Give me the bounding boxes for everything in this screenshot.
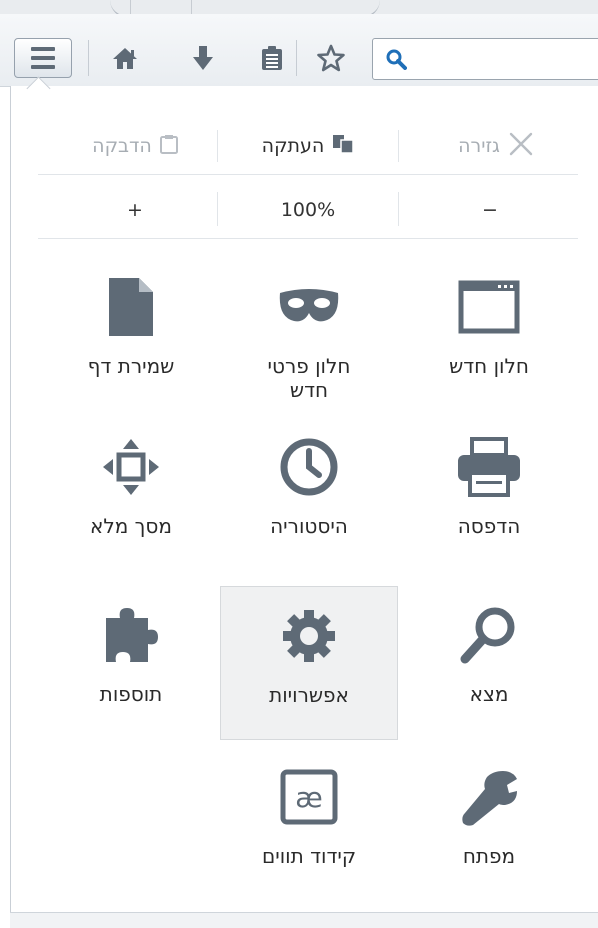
fullscreen-label: מסך מלא xyxy=(90,514,172,538)
new-window-label: חלון חדש xyxy=(449,354,529,378)
print-label: הדפסה xyxy=(457,514,521,538)
bookmark-star-icon[interactable] xyxy=(316,43,346,73)
menu-bar-1 xyxy=(31,47,55,51)
private-window-button[interactable]: חלון פרטי חדש xyxy=(220,262,398,414)
zoom-row-separator xyxy=(38,238,578,239)
new-window-button[interactable]: חלון חדש xyxy=(400,262,578,414)
save-page-button[interactable]: שמירת דף xyxy=(42,262,220,414)
developer-button[interactable]: מפתח xyxy=(400,752,578,904)
addons-button[interactable]: תוספות xyxy=(42,590,220,742)
clipboard-icon xyxy=(159,134,178,159)
clock-icon xyxy=(274,432,344,502)
options-button[interactable]: אפשרויות xyxy=(220,586,398,740)
paste-button[interactable]: הדבקה xyxy=(54,128,216,164)
addons-label: תוספות xyxy=(99,682,163,706)
reading-list-icon[interactable] xyxy=(257,43,287,73)
encoding-button[interactable]: æ קידוד תווים xyxy=(220,752,398,904)
cut-label: גזירה xyxy=(458,135,500,157)
find-button[interactable]: מצא xyxy=(400,590,578,742)
menu-button[interactable] xyxy=(14,38,72,78)
scissors-icon xyxy=(508,131,534,162)
search-input[interactable] xyxy=(372,38,598,80)
mask-icon xyxy=(274,272,344,342)
zoom-out-button[interactable]: − xyxy=(400,194,580,226)
menu-bar-2 xyxy=(31,56,55,60)
zoom-divider xyxy=(217,192,218,226)
panel-footer xyxy=(10,912,598,928)
print-button[interactable]: הדפסה xyxy=(400,422,578,574)
history-label: היסטוריה xyxy=(270,514,348,538)
download-icon[interactable] xyxy=(188,43,218,73)
edit-divider xyxy=(398,130,399,162)
search-icon xyxy=(385,48,407,74)
zoom-divider xyxy=(398,192,399,226)
window-icon xyxy=(454,272,524,342)
developer-label: מפתח xyxy=(462,844,516,868)
home-icon[interactable] xyxy=(110,43,140,73)
cut-button[interactable]: גזירה xyxy=(410,128,582,164)
copy-button[interactable]: העתקה xyxy=(220,128,396,164)
tab-divider xyxy=(130,0,192,14)
find-label: מצא xyxy=(469,682,509,706)
encoding-label: קידוד תווים xyxy=(261,844,357,868)
copy-label: העתקה xyxy=(261,135,325,157)
edit-row-separator xyxy=(38,174,578,175)
options-label: אפשרויות xyxy=(269,683,349,707)
menu-bar-3 xyxy=(31,65,55,69)
save-page-label: שמירת דף xyxy=(87,354,175,378)
paste-label: הדבקה xyxy=(92,135,152,157)
fullscreen-icon xyxy=(96,432,166,502)
printer-icon xyxy=(454,432,524,502)
page-icon xyxy=(96,272,166,342)
svg-text:æ: æ xyxy=(295,781,323,814)
wrench-icon xyxy=(454,762,524,832)
copy-icon xyxy=(332,134,355,159)
encoding-icon: æ xyxy=(274,762,344,832)
private-window-label: חלון פרטי חדש xyxy=(267,354,351,402)
zoom-reset-button[interactable]: 100% xyxy=(220,194,396,226)
toolbar-separator xyxy=(88,40,89,76)
zoom-in-button[interactable]: + xyxy=(54,194,216,226)
puzzle-icon xyxy=(96,600,166,670)
toolbar-separator xyxy=(296,40,297,76)
history-button[interactable]: היסטוריה xyxy=(220,422,398,574)
gear-icon xyxy=(274,601,344,671)
fullscreen-button[interactable]: מסך מלא xyxy=(42,422,220,574)
edit-divider xyxy=(217,130,218,162)
magnifier-icon xyxy=(454,600,524,670)
